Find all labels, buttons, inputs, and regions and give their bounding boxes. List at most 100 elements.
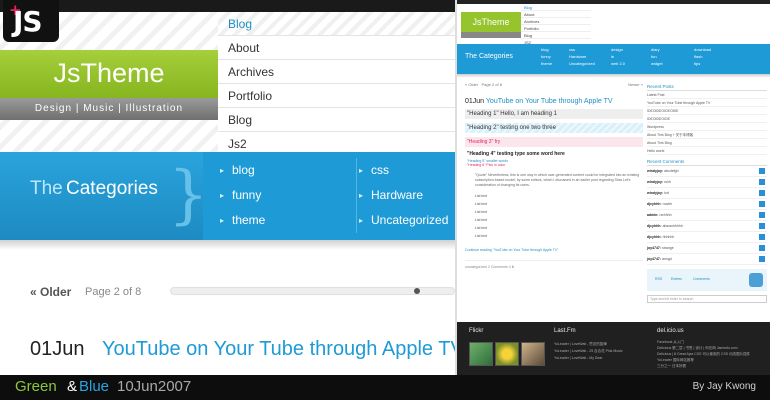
preview-list: List text List text List text List text … <box>465 194 643 242</box>
preview-nav-item[interactable]: About <box>521 11 591 18</box>
comment-text: hot <box>664 191 669 195</box>
flickr-photo[interactable] <box>469 342 493 366</box>
category-link-hardware[interactable]: Hardware <box>357 183 456 208</box>
rss-link[interactable]: RSS <box>655 277 662 281</box>
recent-post-link[interactable]: Wordpress <box>647 123 767 131</box>
preview-cat-col: css Hardware Uncategorized <box>565 46 595 67</box>
preview-cat-link[interactable]: widget <box>647 60 663 67</box>
comment-text: abcdefgh <box>664 169 679 173</box>
comment-icon <box>759 212 765 218</box>
preview-cat-link[interactable]: blog <box>537 46 552 53</box>
recent-post-link[interactable]: Latest Post <box>647 91 767 99</box>
top-bar <box>0 0 455 12</box>
recent-post-link[interactable]: IDEOIDEOIDEOIDE <box>647 107 767 115</box>
nav-item-portfolio[interactable]: Portfolio <box>218 84 455 108</box>
preview-cat-link[interactable]: tips <box>690 60 711 67</box>
nav-item-blog-2[interactable]: Blog <box>218 108 455 132</box>
preview-older-link[interactable]: « Older <box>465 82 478 87</box>
recent-comment[interactable]: djcyhhh: rowhh <box>647 199 767 210</box>
preview-nav-item[interactable]: Blog <box>521 4 591 11</box>
brand-tagline-bar: Design | Music | Illustration <box>0 98 218 120</box>
rss-feed-icon[interactable] <box>749 273 763 287</box>
comment-author: windyjoy: <box>647 180 664 184</box>
categories-title: Categories <box>66 178 158 199</box>
rss-comments-link[interactable]: Comments <box>693 277 710 281</box>
preview-newer-link[interactable]: Newer » <box>628 82 643 87</box>
recent-post-link[interactable]: YouTube on Your Tube through Apple TV <box>647 99 767 107</box>
preview-tagline-bar <box>461 32 521 38</box>
brace-decoration: } <box>168 158 209 232</box>
preview-nav-item[interactable]: Portfolio <box>521 25 591 32</box>
page-slider-track[interactable] <box>170 287 455 295</box>
preview-cat-link[interactable]: theme <box>537 60 552 67</box>
lastfm-track[interactable]: YoLeader | LoveWait - 思念的旋律 <box>554 342 607 347</box>
preview-cat-link[interactable]: fun <box>647 53 663 60</box>
comment-icon <box>759 256 765 262</box>
nav-item-archives[interactable]: Archives <box>218 60 455 84</box>
preview-cat-link[interactable]: css <box>565 46 595 53</box>
recent-comment[interactable]: windyjoy: hot <box>647 188 767 199</box>
recent-post-link[interactable]: IDEOIDEOIDE <box>647 115 767 123</box>
preview-nav-item[interactable]: Blog <box>521 32 591 39</box>
preview-cat-link[interactable]: design <box>607 46 625 53</box>
preview-cat-col: design ie web 2.0 <box>607 46 625 67</box>
comment-text: strange <box>662 246 674 250</box>
recent-comment[interactable]: djcyhhh: absrachhhhh <box>647 221 767 232</box>
recent-comment[interactable]: admin: rarhhhh <box>647 210 767 221</box>
preview-cat-link[interactable]: funny <box>537 53 552 60</box>
recent-comment[interactable]: djcyhhh: hhhhhh <box>647 232 767 243</box>
preview-post-title[interactable]: 01Jun YouTube on Your Tube through Apple… <box>465 98 643 105</box>
comment-author: windyjoy: <box>647 191 664 195</box>
flickr-photo[interactable] <box>521 342 545 366</box>
preview-brand-name: JsTheme <box>472 17 510 27</box>
comment-text: hhhhhh <box>662 235 675 239</box>
preview-nav-item[interactable]: Archives <box>521 18 591 25</box>
category-link-css[interactable]: css <box>357 158 456 183</box>
recent-post-link[interactable]: About This Blog + 关于本博客 <box>647 131 767 139</box>
preview-cat-link[interactable]: web 2.0 <box>607 60 625 67</box>
category-link-blog[interactable]: blog <box>218 158 348 183</box>
delicious-link[interactable]: YoLeader 国际网站推荐 <box>657 358 694 363</box>
category-link-theme[interactable]: theme <box>218 208 348 233</box>
nav-item-about[interactable]: About <box>218 36 455 60</box>
preview-cat-link[interactable]: ie <box>607 53 625 60</box>
preview-cat-link[interactable]: Hardware <box>565 53 595 60</box>
caption-blue: Blue <box>79 378 110 395</box>
comment-icon <box>759 190 765 196</box>
delicious-link[interactable]: Delicious | 8 Great Ajax CSS 可以使用的 CSS 动… <box>657 352 750 357</box>
preview-page-indicator: Page 2 of 8 <box>481 82 502 87</box>
preview-cat-link[interactable]: Uncategorized <box>565 60 595 67</box>
recent-post-link[interactable]: Hello world <box>647 147 767 155</box>
preview-pager: « Older Page 2 of 8 Newer » <box>465 82 643 90</box>
preview-cat-col: download flash tips <box>690 46 711 67</box>
nav-item-blog[interactable]: Blog <box>218 12 455 36</box>
lastfm-track[interactable]: YoLeader | LoveWait - 25 百合花 Pink Music <box>554 349 623 354</box>
preview-heading-6: "Heading 6" Pick in color <box>467 163 506 167</box>
older-posts-link[interactable]: « Older <box>30 285 71 299</box>
rss-entries-link[interactable]: Entries <box>671 277 682 281</box>
comment-text: rarhhhh <box>659 213 672 217</box>
lastfm-track[interactable]: YoLeader | LoveWait - My Dear <box>554 356 603 360</box>
recent-comment[interactable]: windyjoy: ruhh <box>647 177 767 188</box>
rss-box: RSS Entries Comments <box>647 269 767 291</box>
recent-comment[interactable]: windyjoy: abcdefgh <box>647 166 767 177</box>
recent-comment[interactable]: joy4747: strange <box>647 243 767 254</box>
page-slider-handle[interactable] <box>414 288 420 294</box>
brand-banner[interactable]: JsTheme <box>0 50 218 98</box>
delicious-link[interactable]: Facebook 从入门 <box>657 340 684 345</box>
site-logo[interactable]: + JS <box>3 0 59 42</box>
post-title-link[interactable]: YouTube on Your Tube through Apple TV <box>102 338 455 361</box>
category-link-funny[interactable]: funny <box>218 183 348 208</box>
preview-cat-link[interactable]: diary <box>647 46 663 53</box>
categories-title-prefix: The <box>30 178 63 199</box>
recent-comment[interactable]: joy4747: anngd <box>647 254 767 265</box>
preview-continue-link[interactable]: Continue reading "YouTube on Your Tube t… <box>465 248 643 252</box>
recent-post-link[interactable]: About This Blog <box>647 139 767 147</box>
delicious-link[interactable]: Delicious 第二层 | 书签 | 设计 | 你在网 Jamesfo.co… <box>657 346 738 351</box>
flickr-photo[interactable] <box>495 342 519 366</box>
delicious-link[interactable]: 三分之一 日本好看 <box>657 364 686 369</box>
preview-cat-link[interactable]: flash <box>690 53 711 60</box>
search-input[interactable]: Type and hit enter to search <box>647 295 767 303</box>
category-link-uncategorized[interactable]: Uncategorized <box>357 208 456 233</box>
preview-cat-link[interactable]: download <box>690 46 711 53</box>
